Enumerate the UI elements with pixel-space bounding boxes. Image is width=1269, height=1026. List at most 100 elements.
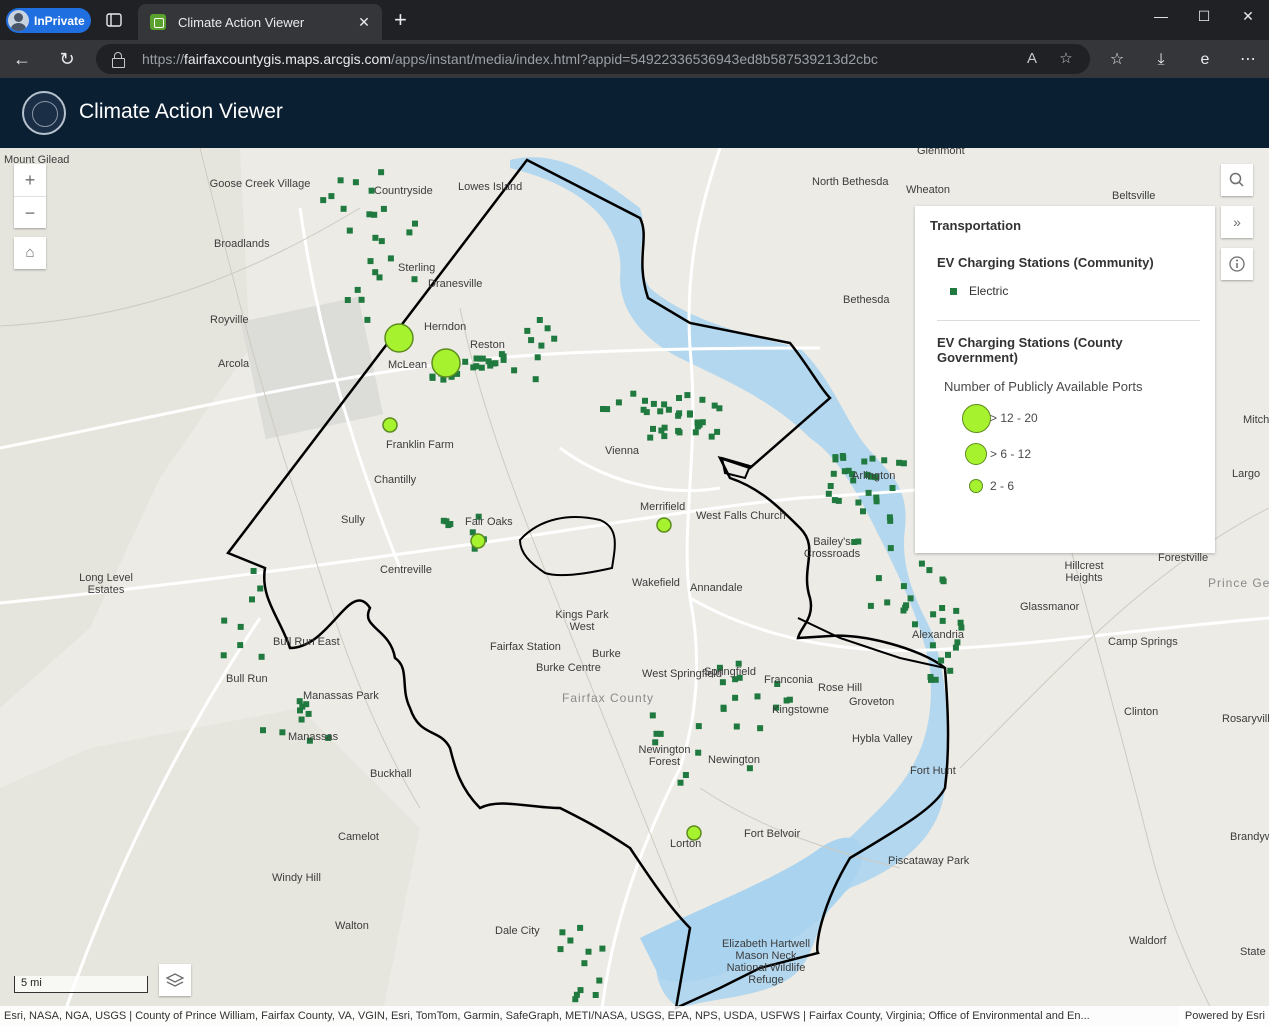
- place-label: Centreville: [380, 564, 432, 576]
- home-button[interactable]: ⌂: [14, 237, 46, 269]
- place-label: Dranesville: [428, 278, 483, 290]
- place-label: Rosaryville: [1222, 713, 1269, 725]
- zoom-controls: + −: [14, 164, 46, 228]
- place-label: Dale City: [495, 925, 540, 937]
- place-label: Franconia: [764, 674, 813, 686]
- place-label: Annandale: [690, 582, 743, 594]
- place-label: Walton: [335, 920, 369, 932]
- url-text[interactable]: https://fairfaxcountygis.maps.arcgis.com…: [142, 51, 1022, 67]
- place-label: Kings Park West: [555, 609, 609, 633]
- place-label: Broadlands: [214, 238, 270, 250]
- legend-class-medium: > 6 - 12: [930, 438, 1200, 470]
- place-label: Burke Centre: [536, 662, 601, 674]
- legend-layer-community-title: EV Charging Stations (Community): [937, 255, 1154, 270]
- layers-button[interactable]: [159, 964, 191, 996]
- tab-title: Climate Action Viewer: [178, 14, 305, 30]
- place-label: Sully: [341, 514, 365, 526]
- place-label: Manassas: [288, 731, 339, 743]
- place-label: Lorton: [670, 838, 702, 850]
- place-label: Fairfax Station: [490, 641, 561, 653]
- legend-class-small: 2 - 6: [930, 470, 1200, 502]
- map-view[interactable]: Mount Gilead Goose Creek Village Countrysi…: [0, 148, 1269, 1026]
- favorites-icon[interactable]: ☆: [1106, 49, 1128, 71]
- place-label: Glenmont: [917, 148, 965, 157]
- place-label: Newington Forest: [638, 744, 691, 768]
- place-label: Long Level Estates: [79, 572, 133, 596]
- place-label: Prince George's: [1208, 576, 1269, 590]
- tab-close-icon[interactable]: ✕: [356, 14, 372, 30]
- place-label: Forestville: [1158, 552, 1209, 564]
- county-station-merrifield[interactable]: [656, 517, 672, 533]
- place-label: Arcola: [218, 358, 250, 370]
- electric-symbol-icon: [950, 287, 957, 295]
- legend-ports-title: Number of Publicly Available Ports: [944, 379, 1143, 394]
- address-bar[interactable]: https://fairfaxcountygis.maps.arcgis.com…: [96, 44, 1090, 74]
- county-seal-logo: [22, 91, 66, 135]
- favorite-star-icon[interactable]: ☆: [1056, 49, 1076, 69]
- place-label: Sterling: [398, 262, 436, 274]
- collapse-panel-button[interactable]: »: [1221, 206, 1253, 238]
- place-label: Glassmanor: [1020, 601, 1080, 613]
- place-label: McLean: [388, 359, 428, 371]
- zoom-out-button[interactable]: −: [14, 196, 46, 228]
- place-label: Chantilly: [374, 474, 417, 486]
- place-label: Bull Run East: [273, 636, 340, 648]
- read-aloud-icon[interactable]: A: [1022, 49, 1042, 69]
- place-label: Manassas Park: [303, 690, 379, 702]
- place-label: Fort Hunt: [910, 765, 956, 777]
- county-station-herndon[interactable]: [384, 323, 414, 353]
- lock-icon: [112, 52, 125, 68]
- legend-layer-county-title: EV Charging Stations (County Government): [937, 335, 1123, 365]
- legend-item-electric: Electric: [930, 284, 1200, 298]
- place-label: Wakefield: [632, 577, 680, 589]
- place-label: Reston: [470, 339, 505, 351]
- close-window-icon[interactable]: ✕: [1236, 8, 1260, 25]
- medium-circle-icon: [965, 443, 987, 465]
- back-icon[interactable]: ←: [11, 49, 33, 71]
- place-label: Brandywi: [1230, 831, 1269, 843]
- scale-bar: 5 mi: [14, 976, 148, 993]
- legend-divider: [937, 320, 1200, 321]
- place-label: Springfield: [704, 666, 756, 678]
- place-label: Camp Springs: [1108, 636, 1178, 648]
- refresh-icon[interactable]: ↻: [56, 49, 78, 71]
- place-label: Bethesda: [843, 294, 890, 306]
- search-button[interactable]: [1221, 164, 1253, 196]
- place-label: Fort Belvoir: [744, 828, 801, 840]
- place-label: Fair Oaks: [465, 516, 513, 528]
- county-station-franklin-farm[interactable]: [382, 417, 398, 433]
- place-label: Bailey's Crossroads: [803, 536, 861, 560]
- inprivate-label: InPrivate: [34, 13, 85, 28]
- zoom-in-button[interactable]: +: [14, 164, 46, 196]
- place-label: Buckhall: [370, 768, 412, 780]
- place-label: Vienna: [605, 445, 640, 457]
- place-label: Alexandria: [912, 629, 964, 641]
- place-label: Newington: [708, 754, 760, 766]
- powered-by-esri[interactable]: Powered by Esri: [1178, 1006, 1265, 1026]
- app-header: Climate Action Viewer: [0, 78, 1269, 148]
- profile-avatar: [8, 10, 29, 31]
- tab-actions-icon[interactable]: [104, 10, 124, 30]
- place-label: West Falls Church: [696, 510, 786, 522]
- downloads-icon[interactable]: ⤓: [1150, 49, 1172, 71]
- new-tab-icon[interactable]: +: [394, 9, 407, 31]
- place-label: Elizabeth Hartwell Mason Neck National W…: [721, 938, 811, 986]
- place-label: Piscataway Park: [888, 855, 970, 867]
- edge-icon[interactable]: e: [1194, 49, 1216, 71]
- info-button[interactable]: [1221, 248, 1253, 280]
- info-icon: [1229, 256, 1245, 272]
- more-menu-icon[interactable]: ⋯: [1237, 49, 1259, 71]
- place-label: Franklin Farm: [386, 439, 454, 451]
- minimize-icon[interactable]: —: [1149, 8, 1173, 24]
- place-label: Lowes Island: [458, 181, 523, 193]
- county-station-fair-oaks[interactable]: [470, 533, 486, 549]
- place-label: Hybla Valley: [852, 733, 913, 745]
- inprivate-badge[interactable]: InPrivate: [6, 8, 91, 33]
- map-attribution: Esri, NASA, NGA, USGS | County of Prince…: [0, 1006, 1269, 1026]
- large-circle-icon: [961, 403, 991, 433]
- place-label: Windy Hill: [272, 872, 321, 884]
- maximize-icon[interactable]: ☐: [1192, 8, 1216, 25]
- browser-tab[interactable]: Climate Action Viewer ✕: [138, 4, 382, 40]
- county-station-reston[interactable]: [431, 348, 461, 378]
- browser-tab-bar: InPrivate Climate Action Viewer ✕ + — ☐ …: [0, 0, 1269, 40]
